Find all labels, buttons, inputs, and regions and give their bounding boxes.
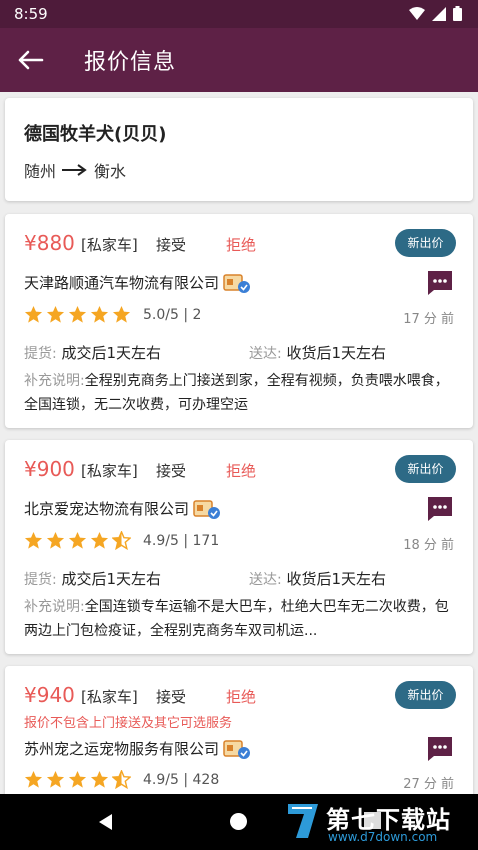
star-icon [90,305,109,323]
remark-label: 补充说明: [24,599,85,615]
pickup-label: 提货: [24,572,57,588]
star-icon [46,770,65,788]
remark-label: 补充说明: [24,373,85,389]
delivery: 送达: 收货后1天左右 [249,568,386,589]
rating-stars [24,770,131,789]
rating-score: 5.0/5 | 2 [143,306,202,323]
quote-price: ¥900 [24,457,75,481]
star-half-icon [112,531,131,550]
company-name: 苏州宠之运宠物服务有限公司 [24,740,220,758]
star-icon [24,531,43,549]
remark: 补充说明:全国连锁专车运输不是大巴车，杜绝大巴车无二次收费，包两边上门包检疫证，… [24,595,449,643]
chat-icon[interactable] [427,270,453,296]
quote-price: ¥940 [24,683,75,707]
star-icon [46,531,65,549]
rating-score: 4.9/5 | 171 [143,532,220,549]
pickup-label: 提货: [24,346,57,362]
page-title: 报价信息 [84,50,177,75]
battery-icon [453,6,462,21]
rating-score: 4.9/5 | 428 [143,771,220,788]
delivery-label: 送达: [249,346,282,362]
chat-icon[interactable] [427,736,453,762]
star-icon [24,305,43,323]
remark-text: 全国连锁专车运输不是大巴车，杜绝大巴车无二次收费，包两边上门包检疫证，全程别克商… [24,599,449,639]
pickup: 提货: 成交后1天左右 [24,568,161,589]
time-ago: 27 分 前 [403,777,454,792]
watermark-url: www.d7down.com [328,830,438,844]
new-bid-button[interactable]: 新出价 [395,455,456,483]
rating: 4.9/5 | 171 [24,531,219,550]
company-name: 天津路顺通汽车物流有限公司 [24,274,220,292]
route-from: 随州 [24,162,57,181]
watermark-logo-icon [288,804,318,838]
rating: 4.9/5 | 428 [24,770,219,789]
company-name: 北京爱宠达物流有限公司 [24,500,190,518]
status-bar: 8:59 [0,0,478,28]
pet-info-card: 德国牧羊犬(贝贝) 随州 衡水 [5,98,473,201]
pickup-value: 成交后1天左右 [61,344,162,362]
reject-button[interactable]: 拒绝 [226,686,256,707]
wifi-icon [409,6,425,20]
car-type: [私家车] [81,236,138,254]
company: 苏州宠之运宠物服务有限公司 [24,738,251,759]
star-icon [90,531,109,549]
quote-card: ¥880 [私家车] 接受 拒绝 新出价 天津路顺通汽车物流有限公司 5.0/5… [5,214,473,428]
verified-badge-icon [223,273,251,293]
arrow-right-icon [62,164,87,176]
quote-card: ¥900 [私家车] 接受 拒绝 新出价 北京爱宠达物流有限公司 4.9/5 |… [5,440,473,654]
accept-button[interactable]: 接受 [156,234,186,255]
reject-button[interactable]: 拒绝 [226,460,256,481]
status-time: 8:59 [14,5,48,23]
verified-badge-icon [223,739,251,759]
rating: 5.0/5 | 2 [24,305,201,324]
time-ago: 18 分 前 [403,538,454,553]
pickup-value: 成交后1天左右 [61,570,162,588]
star-icon [46,305,65,323]
quote-note: 报价不包含上门接送及其它可选服务 [24,716,233,731]
time-ago: 17 分 前 [403,312,454,327]
car-type: [私家车] [81,688,138,706]
delivery-label: 送达: [249,572,282,588]
remark-text: 全程别克商务上门接送到家，全程有视频，负责喂水喂食，全国连锁，无二次收费，可办理… [24,373,449,413]
route-to: 衡水 [94,162,127,181]
new-bid-button[interactable]: 新出价 [395,229,456,257]
quote-price: ¥880 [24,231,75,255]
star-icon [68,531,87,549]
pet-name: 德国牧羊犬(贝贝) [24,124,167,145]
delivery: 送达: 收货后1天左右 [249,342,386,363]
star-icon [112,305,131,323]
new-bid-button[interactable]: 新出价 [395,681,456,709]
nav-back-icon[interactable] [96,812,116,832]
verified-badge-icon [193,499,221,519]
rating-stars [24,305,131,324]
watermark: 第七下载站 www.d7down.com [284,798,474,846]
remark: 补充说明:全程别克商务上门接送到家，全程有视频，负责喂水喂食，全国连锁，无二次收… [24,369,449,417]
company: 天津路顺通汽车物流有限公司 [24,272,251,293]
star-icon [68,305,87,323]
company: 北京爱宠达物流有限公司 [24,498,221,519]
car-type: [私家车] [81,462,138,480]
star-icon [24,770,43,788]
accept-button[interactable]: 接受 [156,686,186,707]
delivery-value: 收货后1天左右 [286,344,387,362]
accept-button[interactable]: 接受 [156,460,186,481]
delivery-value: 收货后1天左右 [286,570,387,588]
rating-stars [24,531,131,550]
app-bar: 报价信息 [0,28,478,92]
nav-home-icon[interactable] [230,813,247,830]
star-icon [90,770,109,788]
pickup: 提货: 成交后1天左右 [24,342,161,363]
status-icons [409,6,462,21]
star-icon [68,770,87,788]
signal-icon [432,6,446,21]
reject-button[interactable]: 拒绝 [226,234,256,255]
chat-icon[interactable] [427,496,453,522]
route: 随州 衡水 [24,158,126,182]
back-arrow-icon[interactable] [16,46,48,74]
star-half-icon [112,770,131,789]
quote-card: ¥940 [私家车] 接受 拒绝 新出价 报价不包含上门接送及其它可选服务 苏州… [5,666,473,806]
